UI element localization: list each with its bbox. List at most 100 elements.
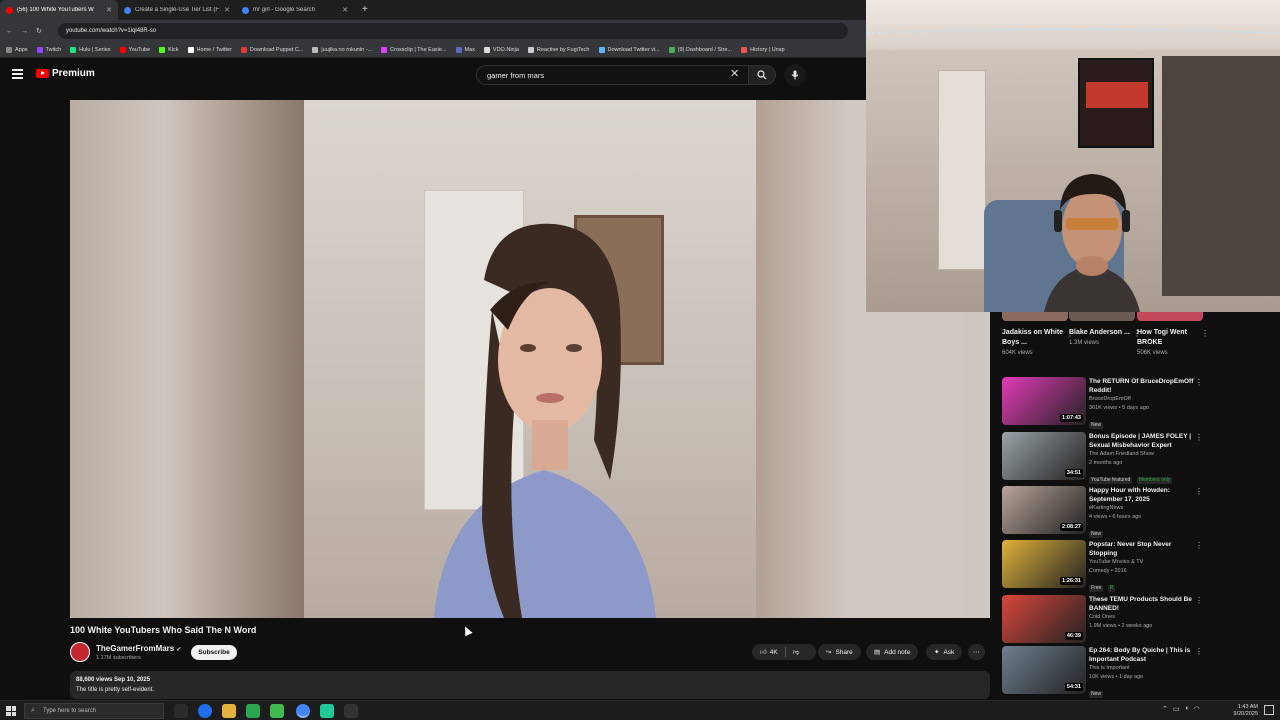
recommendation-item[interactable]: 34:51 Bonus Episode | JAMES FOLEY | Sexua… xyxy=(1002,432,1203,484)
short-item[interactable]: Jadakiss on White Boys ... 604K views ⋮ xyxy=(1002,328,1074,356)
rec-thumbnail[interactable]: 34:51 xyxy=(1002,432,1086,480)
rec-title[interactable]: Ep 264: Body By Quiche | This is Importa… xyxy=(1089,646,1199,664)
app-icon-green[interactable] xyxy=(246,704,260,718)
rec-channel[interactable]: The Adam Friedland Show xyxy=(1089,450,1199,459)
short-item[interactable]: Blake Anderson ... 1.3M views ⋮ xyxy=(1069,328,1141,346)
bookmark-item[interactable]: Hulu | Series xyxy=(70,46,111,53)
clock[interactable]: 1:43 AM 9/20/2025 xyxy=(1234,704,1258,718)
chevron-up-icon[interactable]: ⌃ xyxy=(1162,705,1168,713)
address-bar[interactable]: youtube.com/watch?v=1iql48R-so xyxy=(57,23,848,39)
edge-icon[interactable] xyxy=(198,704,212,718)
bookmark-item[interactable]: Home / Twitter xyxy=(187,46,232,53)
clear-search-icon[interactable]: ✕ xyxy=(730,67,739,80)
app-icon-green-2[interactable] xyxy=(270,704,284,718)
rec-channel[interactable]: YouTube Movies & TV xyxy=(1089,558,1199,567)
rec-channel[interactable]: Cold Ones xyxy=(1089,613,1199,622)
like-button[interactable]: 👍︎ 4K xyxy=(760,648,778,657)
tab-tier-list[interactable]: Create a Single-Use Tier List (F ✕ xyxy=(118,0,236,20)
rec-title[interactable]: Popstar: Never Stop Never Stopping xyxy=(1089,540,1199,558)
more-icon[interactable]: ⋮ xyxy=(1195,379,1203,387)
new-tab-icon[interactable]: + xyxy=(354,0,376,20)
bookmark-item[interactable]: Crossclip | The Easie... xyxy=(381,46,447,53)
search-button[interactable] xyxy=(748,65,776,85)
rec-title[interactable]: Happy Hour with Howden: September 17, 20… xyxy=(1089,486,1199,504)
bookmark-favicon-icon xyxy=(240,46,247,53)
bookmark-item[interactable]: Download Puppet C... xyxy=(240,46,303,53)
bookmark-item[interactable]: Max xyxy=(455,46,475,53)
taskbar-search-input[interactable]: ⌕ Type here to search xyxy=(24,703,164,719)
bookmark-item[interactable]: History | Unsp xyxy=(741,46,785,53)
search-input[interactable]: gamer from mars xyxy=(476,65,748,85)
menu-icon[interactable] xyxy=(12,69,23,79)
recommendation-item[interactable]: 1:07:43 The RETURN Of BruceDropEmOff Redd… xyxy=(1002,377,1203,429)
recommendation-item[interactable]: 1:26:31 Popstar: Never Stop Never Stoppin… xyxy=(1002,540,1203,592)
video-player[interactable] xyxy=(70,100,990,618)
bookmark-item[interactable]: VDO.Ninja xyxy=(483,46,519,53)
windows-start-icon[interactable] xyxy=(6,706,16,716)
dislike-button[interactable]: 👎︎ xyxy=(793,648,800,656)
short-thumbnail[interactable] xyxy=(1002,312,1068,321)
ask-button[interactable]: ✦ Ask xyxy=(926,644,963,660)
streamer-figure xyxy=(1044,174,1140,312)
chrome-icon[interactable] xyxy=(296,704,310,718)
bookmark-item[interactable]: Twitch xyxy=(36,46,61,53)
rec-title[interactable]: The RETURN Of BruceDropEmOff Reddit! xyxy=(1089,377,1199,395)
network-icon[interactable]: ▭ xyxy=(1173,705,1180,713)
voice-search-button[interactable] xyxy=(784,64,806,86)
tab-youtube[interactable]: (56) 100 White YouTubers W ✕ xyxy=(0,0,118,20)
tab-close-icon[interactable]: ✕ xyxy=(106,6,112,14)
more-actions-button[interactable]: ⋯ xyxy=(968,644,985,660)
bookmark-item[interactable]: juujika no rokunin -... xyxy=(312,46,372,53)
volume-icon[interactable]: ◖ xyxy=(1185,705,1189,713)
add-note-button[interactable]: ▤ Add note xyxy=(866,644,919,660)
bookmark-item[interactable]: Kick xyxy=(159,46,179,53)
back-icon[interactable]: ← xyxy=(6,28,13,35)
rec-thumbnail[interactable]: 2:08:27 xyxy=(1002,486,1086,534)
subscribe-button[interactable]: Subscribe xyxy=(191,645,237,660)
short-item[interactable]: How Togi Went BROKE 506K views ⋮ xyxy=(1137,328,1209,356)
tab-close-icon[interactable]: ✕ xyxy=(224,6,230,14)
app-icon-teal[interactable] xyxy=(320,704,334,718)
description-box[interactable]: 88,600 views Sep 10, 2025 The title is p… xyxy=(70,671,990,699)
recommendation-item[interactable]: 54:31 Ep 264: Body By Quiche | This is Im… xyxy=(1002,646,1203,698)
more-icon[interactable]: ⋮ xyxy=(1195,597,1203,605)
reload-icon[interactable]: ↻ xyxy=(36,27,42,35)
share-button[interactable]: ↪ Share xyxy=(818,644,861,660)
short-thumbnail[interactable] xyxy=(1069,312,1135,321)
rec-thumbnail[interactable]: 46:39 xyxy=(1002,595,1086,643)
obs-icon[interactable] xyxy=(344,704,358,718)
recommendation-item[interactable]: 46:39 These TEMU Products Should Be BANNE… xyxy=(1002,595,1203,645)
channel-name-link[interactable]: TheGamerFromMars ✔ xyxy=(96,644,181,653)
more-icon[interactable]: ⋮ xyxy=(1195,434,1203,442)
rec-channel[interactable]: eKartingNews xyxy=(1089,504,1199,513)
wifi-icon[interactable]: ◠ xyxy=(1194,705,1200,713)
bookmark-item[interactable]: Reactive by FugiTech xyxy=(527,46,590,53)
tab-google-search[interactable]: mr girl - Google Search ✕ xyxy=(236,0,354,20)
task-view-icon[interactable] xyxy=(174,704,188,718)
bookmark-item[interactable]: (9) Dashboard / Stre... xyxy=(668,46,732,53)
tab-close-icon[interactable]: ✕ xyxy=(342,6,348,14)
rec-title[interactable]: These TEMU Products Should Be BANNED! xyxy=(1089,595,1199,613)
bookmark-favicon-icon xyxy=(6,46,12,53)
more-icon[interactable]: ⋮ xyxy=(1195,648,1203,656)
rec-channel[interactable]: BruceDropEmOff xyxy=(1089,395,1199,404)
file-explorer-icon[interactable] xyxy=(222,704,236,718)
rec-thumbnail[interactable]: 54:31 xyxy=(1002,646,1086,694)
channel-avatar[interactable] xyxy=(70,642,90,662)
more-icon[interactable]: ⋮ xyxy=(1195,488,1203,496)
more-icon[interactable]: ⋮ xyxy=(1201,330,1209,338)
notification-icon[interactable] xyxy=(1264,705,1274,715)
short-thumbnail[interactable] xyxy=(1137,312,1203,321)
rec-thumbnail[interactable]: 1:07:43 xyxy=(1002,377,1086,425)
recommendation-item[interactable]: 2:08:27 Happy Hour with Howden: September… xyxy=(1002,486,1203,538)
more-icon[interactable]: ⋮ xyxy=(1195,542,1203,550)
youtube-premium-logo[interactable]: Premium xyxy=(36,68,95,79)
bookmark-item[interactable]: Apps xyxy=(6,46,28,53)
browser-toolbar: ← → ↻ youtube.com/watch?v=1iql48R-so xyxy=(0,20,866,42)
bookmark-item[interactable]: Download Twitter vi... xyxy=(598,46,660,53)
rec-title[interactable]: Bonus Episode | JAMES FOLEY | Sexual Mis… xyxy=(1089,432,1199,450)
forward-icon[interactable]: → xyxy=(21,28,28,35)
rec-thumbnail[interactable]: 1:26:31 xyxy=(1002,540,1086,588)
bookmark-item[interactable]: YouTube xyxy=(119,46,150,53)
rec-channel[interactable]: This is Important xyxy=(1089,664,1199,673)
